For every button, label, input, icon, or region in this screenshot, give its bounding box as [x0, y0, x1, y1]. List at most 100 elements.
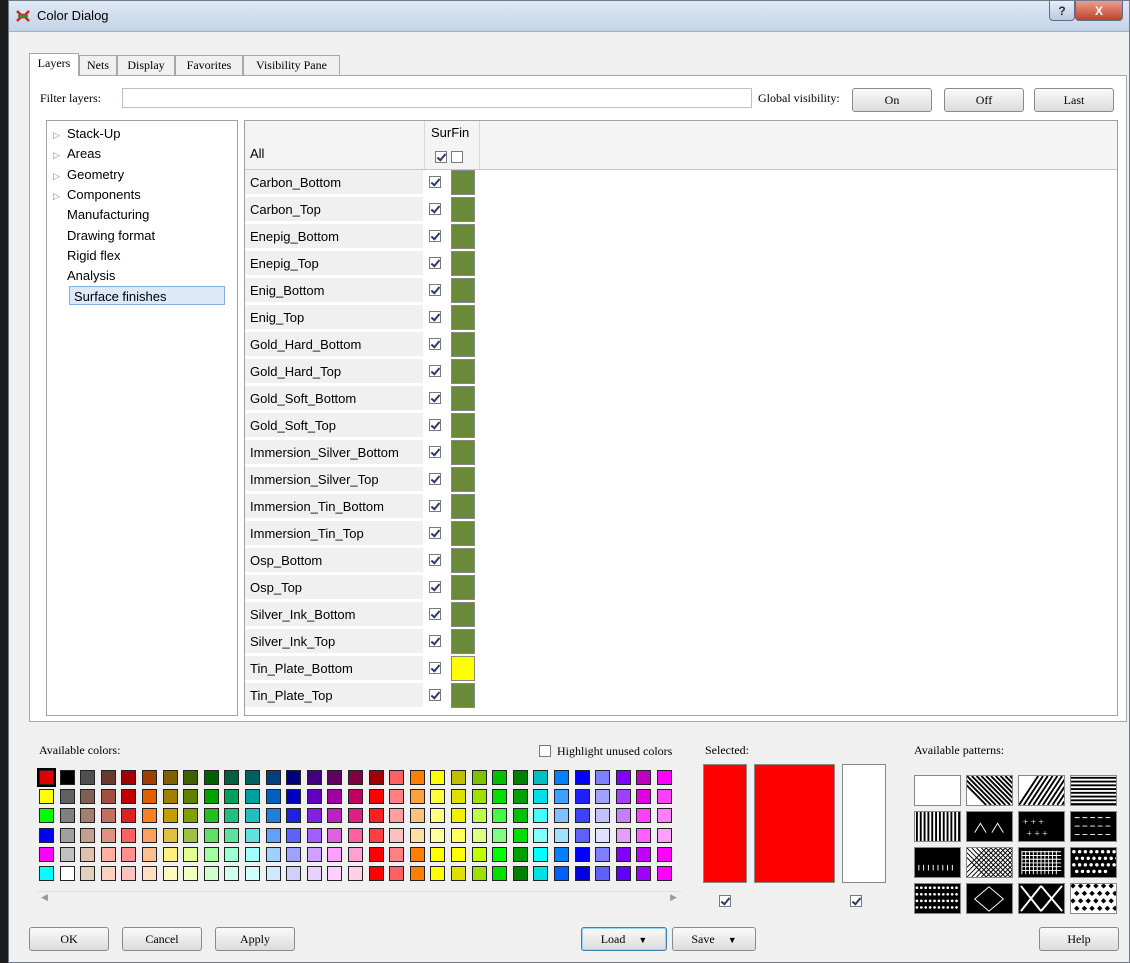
palette-color-cell[interactable]: [451, 846, 466, 862]
pattern-tile[interactable]: [966, 811, 1013, 842]
pattern-tile[interactable]: [966, 883, 1013, 914]
palette-color-cell[interactable]: [286, 866, 302, 881]
palette-color-cell[interactable]: [121, 808, 137, 824]
layer-visible-checkbox[interactable]: [429, 230, 441, 242]
palette-color-cell[interactable]: [327, 789, 343, 805]
palette-color-cell[interactable]: [245, 789, 260, 805]
palette-color-cell[interactable]: [554, 846, 569, 862]
palette-color-cell[interactable]: [142, 808, 157, 824]
palette-color-cell[interactable]: [430, 789, 446, 805]
palette-color-cell[interactable]: [409, 808, 425, 824]
palette-color-cell[interactable]: [121, 827, 137, 843]
palette-color-cell[interactable]: [265, 846, 281, 862]
tab-layers[interactable]: Layers: [29, 53, 79, 76]
layer-visible-checkbox[interactable]: [429, 257, 441, 269]
palette-color-cell[interactable]: [100, 808, 116, 824]
tab-visibility-pane[interactable]: Visibility Pane: [243, 55, 340, 75]
palette-color-cell[interactable]: [430, 808, 446, 824]
palette-color-cell[interactable]: [100, 866, 116, 881]
palette-color-cell[interactable]: [533, 827, 549, 843]
palette-color-cell[interactable]: [512, 827, 528, 843]
palette-color-cell[interactable]: [595, 808, 611, 824]
palette-color-cell[interactable]: [162, 789, 178, 805]
palette-color-cell[interactable]: [348, 846, 363, 862]
palette-color-cell[interactable]: [286, 770, 302, 785]
layer-color-swatch[interactable]: [451, 521, 475, 546]
palette-color-cell[interactable]: [430, 866, 446, 881]
layer-color-swatch[interactable]: [451, 467, 475, 492]
palette-color-cell[interactable]: [80, 846, 96, 862]
palette-color-cell[interactable]: [121, 866, 137, 881]
tree-item-stack-up[interactable]: ▷ Stack-Up: [53, 124, 120, 143]
palette-color-cell[interactable]: [59, 789, 75, 805]
layer-color-swatch[interactable]: [451, 305, 475, 330]
palette-color-cell[interactable]: [59, 866, 75, 881]
palette-color-cell[interactable]: [389, 789, 405, 805]
palette-color-cell[interactable]: [657, 770, 672, 785]
palette-color-cell[interactable]: [183, 866, 199, 881]
palette-color-cell[interactable]: [451, 808, 466, 824]
layer-color-swatch[interactable]: [451, 440, 475, 465]
palette-color-cell[interactable]: [142, 866, 157, 881]
palette-color-cell[interactable]: [409, 866, 425, 881]
palette-color-cell[interactable]: [306, 789, 322, 805]
palette-color-cell[interactable]: [265, 789, 281, 805]
palette-color-cell[interactable]: [389, 827, 405, 843]
palette-color-cell[interactable]: [286, 827, 302, 843]
palette-color-cell[interactable]: [492, 789, 508, 805]
layer-color-swatch[interactable]: [451, 413, 475, 438]
palette-color-cell[interactable]: [162, 808, 178, 824]
layer-color-swatch[interactable]: [451, 602, 475, 627]
palette-color-cell[interactable]: [492, 866, 508, 881]
layer-visible-checkbox[interactable]: [429, 662, 441, 674]
palette-color-cell[interactable]: [657, 866, 672, 881]
palette-color-cell[interactable]: [512, 866, 528, 881]
palette-color-cell[interactable]: [595, 827, 611, 843]
palette-color-cell[interactable]: [615, 770, 631, 785]
palette-color-cell[interactable]: [286, 808, 302, 824]
palette-color-cell[interactable]: [636, 846, 652, 862]
palette-color-cell[interactable]: [327, 866, 343, 881]
palette-color-cell[interactable]: [574, 846, 590, 862]
pattern-tile[interactable]: [1070, 847, 1119, 878]
layer-color-swatch[interactable]: [451, 332, 475, 357]
layer-color-swatch[interactable]: [451, 251, 475, 276]
palette-color-cell[interactable]: [306, 808, 322, 824]
tree-item-areas[interactable]: ▷ Areas: [53, 144, 101, 163]
cancel-button[interactable]: Cancel: [122, 927, 202, 951]
palette-color-cell[interactable]: [203, 827, 219, 843]
visibility-on-button[interactable]: On: [852, 88, 932, 112]
palette-color-cell[interactable]: [492, 827, 508, 843]
palette-color-cell[interactable]: [636, 866, 652, 881]
tree-item-surface-finishes[interactable]: Surface finishes: [69, 286, 225, 306]
palette-color-cell[interactable]: [368, 770, 384, 785]
palette-color-cell[interactable]: [245, 866, 260, 881]
selected-color-swatch-b[interactable]: [754, 764, 835, 883]
pattern-tile[interactable]: [1070, 883, 1118, 914]
palette-color-cell[interactable]: [595, 846, 611, 862]
palette-color-cell[interactable]: [183, 846, 199, 862]
palette-color-cell[interactable]: [389, 770, 405, 785]
palette-color-cell[interactable]: [348, 770, 363, 785]
layer-visible-checkbox[interactable]: [429, 527, 441, 539]
palette-color-cell[interactable]: [451, 827, 466, 843]
palette-color-cell[interactable]: [183, 770, 199, 785]
palette-color-cell[interactable]: [430, 846, 446, 862]
layer-visible-checkbox[interactable]: [429, 284, 441, 296]
palette-color-cell[interactable]: [203, 866, 219, 881]
pattern-tile[interactable]: [914, 883, 961, 914]
palette-color-cell[interactable]: [142, 827, 157, 843]
palette-color-cell[interactable]: [142, 789, 157, 805]
scroll-left-icon[interactable]: ◀: [41, 892, 48, 903]
palette-color-cell[interactable]: [615, 808, 631, 824]
layer-visible-checkbox[interactable]: [429, 311, 441, 323]
palette-color-cell[interactable]: [162, 770, 178, 785]
palette-color-cell[interactable]: [59, 827, 75, 843]
palette-color-cell[interactable]: [492, 846, 508, 862]
pattern-tile[interactable]: [1018, 847, 1065, 878]
palette-color-cell[interactable]: [162, 866, 178, 881]
palette-color-cell[interactable]: [615, 827, 631, 843]
palette-color-cell[interactable]: [554, 789, 569, 805]
palette-color-cell[interactable]: [286, 846, 302, 862]
palette-color-cell[interactable]: [368, 789, 384, 805]
